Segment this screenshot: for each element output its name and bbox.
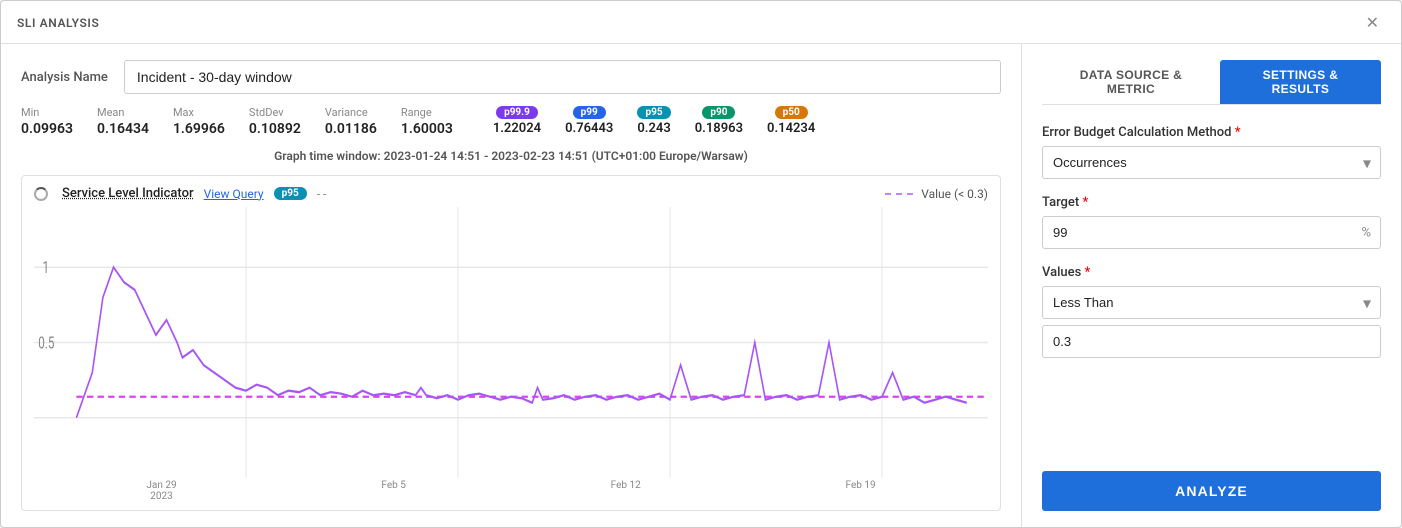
percentile-badge-p95: p95 0.243 [637,106,670,136]
left-panel: Analysis Name Min 0.09963 Mean 0.16434 M… [1,44,1021,527]
value-legend: Value (< 0.3) [921,187,988,201]
x-label-feb19: Feb 19 [846,480,876,502]
badge-pill: p99.9 [496,106,538,119]
target-label: Target * [1042,195,1381,210]
time-window-label: Graph time window: [274,149,381,163]
values-group: Values * Less Than ▾ [1042,265,1381,358]
analyze-button[interactable]: ANALYZE [1042,471,1381,511]
tab-bar: DATA SOURCE & METRIC SETTINGS & RESULTS [1042,60,1381,105]
badge-value: 1.22024 [493,121,541,136]
dashed-legend-icon [885,193,913,195]
x-axis-labels: Jan 292023 Feb 5 Feb 12 Feb 19 [34,480,988,502]
right-panel: DATA SOURCE & METRIC SETTINGS & RESULTS … [1021,44,1401,527]
values-select[interactable]: Less Than [1042,286,1381,319]
badge-value: 0.76443 [565,121,613,136]
threshold-input[interactable] [1042,325,1381,358]
stat-max-label: Max [173,106,225,119]
error-budget-select-wrapper: Occurrences ▾ [1042,146,1381,179]
percentile-badge-p999: p99.9 1.22024 [493,106,541,136]
tab-settings-results[interactable]: SETTINGS & RESULTS [1220,60,1381,104]
chart-header-left: Service Level Indicator View Query p95 -… [34,186,326,201]
stat-range-value: 1.60003 [401,121,453,137]
error-budget-label: Error Budget Calculation Method * [1042,125,1381,140]
p95-badge: p95 [274,187,307,200]
stats-row: Min 0.09963 Mean 0.16434 Max 1.69966 Std… [21,106,1001,137]
loading-icon [34,187,48,201]
target-group: Target * % [1042,195,1381,249]
chart-header-right: Value (< 0.3) [885,187,988,201]
modal-header: SLI ANALYSIS ✕ [1,1,1401,44]
stat-range-label: Range [401,106,453,119]
stat-mean: Mean 0.16434 [97,106,149,137]
analysis-name-input[interactable] [124,60,1001,94]
x-label-feb5: Feb 5 [381,480,405,502]
stat-stddev: StdDev 0.10892 [249,106,301,137]
badge-value: 0.18963 [695,121,743,136]
target-input[interactable] [1042,216,1381,249]
stat-stddev-value: 0.10892 [249,121,301,137]
stat-min: Min 0.09963 [21,106,73,137]
stat-stddev-label: StdDev [249,106,301,119]
error-budget-select[interactable]: Occurrences [1042,146,1381,179]
analysis-name-row: Analysis Name [21,60,1001,94]
badge-pill: p90 [702,106,735,119]
time-window-value: 2023-01-24 14:51 - 2023-02-23 14:51 (UTC… [384,149,748,163]
target-suffix: % [1361,225,1371,240]
error-budget-group: Error Budget Calculation Method * Occurr… [1042,125,1381,179]
badge-value: 0.14234 [767,121,815,136]
badge-pill: p50 [775,106,808,119]
modal-title: SLI ANALYSIS [17,16,99,30]
stat-mean-value: 0.16434 [97,121,149,137]
svg-text:1: 1 [42,259,49,278]
values-label: Values * [1042,265,1381,280]
percentile-badge-p90: p90 0.18963 [695,106,743,136]
badge-pill: p95 [637,106,670,119]
chart-section: Service Level Indicator View Query p95 -… [21,175,1001,511]
stat-max: Max 1.69966 [173,106,225,137]
stat-variance-label: Variance [325,106,377,119]
stat-variance-value: 0.01186 [325,121,377,137]
stat-max-value: 1.69966 [173,121,225,137]
x-label-jan29: Jan 292023 [146,480,176,502]
stat-min-value: 0.09963 [21,121,73,137]
badge-pill: p99 [573,106,606,119]
stat-min-label: Min [21,106,73,119]
chart-svg: 1 0.5 [34,207,988,478]
sli-label: Service Level Indicator [62,186,194,201]
percentile-badge-p99: p99 0.76443 [565,106,613,136]
stat-range: Range 1.60003 [401,106,453,137]
sli-analysis-modal: SLI ANALYSIS ✕ Analysis Name Min 0.09963… [0,0,1402,528]
percentile-badges: p99.9 1.22024 p99 0.76443 p95 0.243 p90 … [493,106,815,136]
modal-body: Analysis Name Min 0.09963 Mean 0.16434 M… [1,44,1401,527]
stat-mean-label: Mean [97,106,149,119]
view-query-link[interactable]: View Query [204,187,264,201]
time-window: Graph time window: 2023-01-24 14:51 - 20… [21,149,1001,163]
x-label-feb12: Feb 12 [611,480,641,502]
tab-data-source[interactable]: DATA SOURCE & METRIC [1042,60,1220,104]
svg-text:0.5: 0.5 [38,335,54,354]
badge-value: 0.243 [637,121,670,136]
values-select-wrapper: Less Than ▾ [1042,286,1381,319]
chart-header: Service Level Indicator View Query p95 -… [34,186,988,201]
target-input-wrapper: % [1042,216,1381,249]
p95-value: - - [317,187,327,201]
chart-area: 1 0.5 [34,207,988,478]
analysis-name-label: Analysis Name [21,70,108,85]
close-button[interactable]: ✕ [1360,11,1385,35]
percentile-badge-p50: p50 0.14234 [767,106,815,136]
stat-variance: Variance 0.01186 [325,106,377,137]
